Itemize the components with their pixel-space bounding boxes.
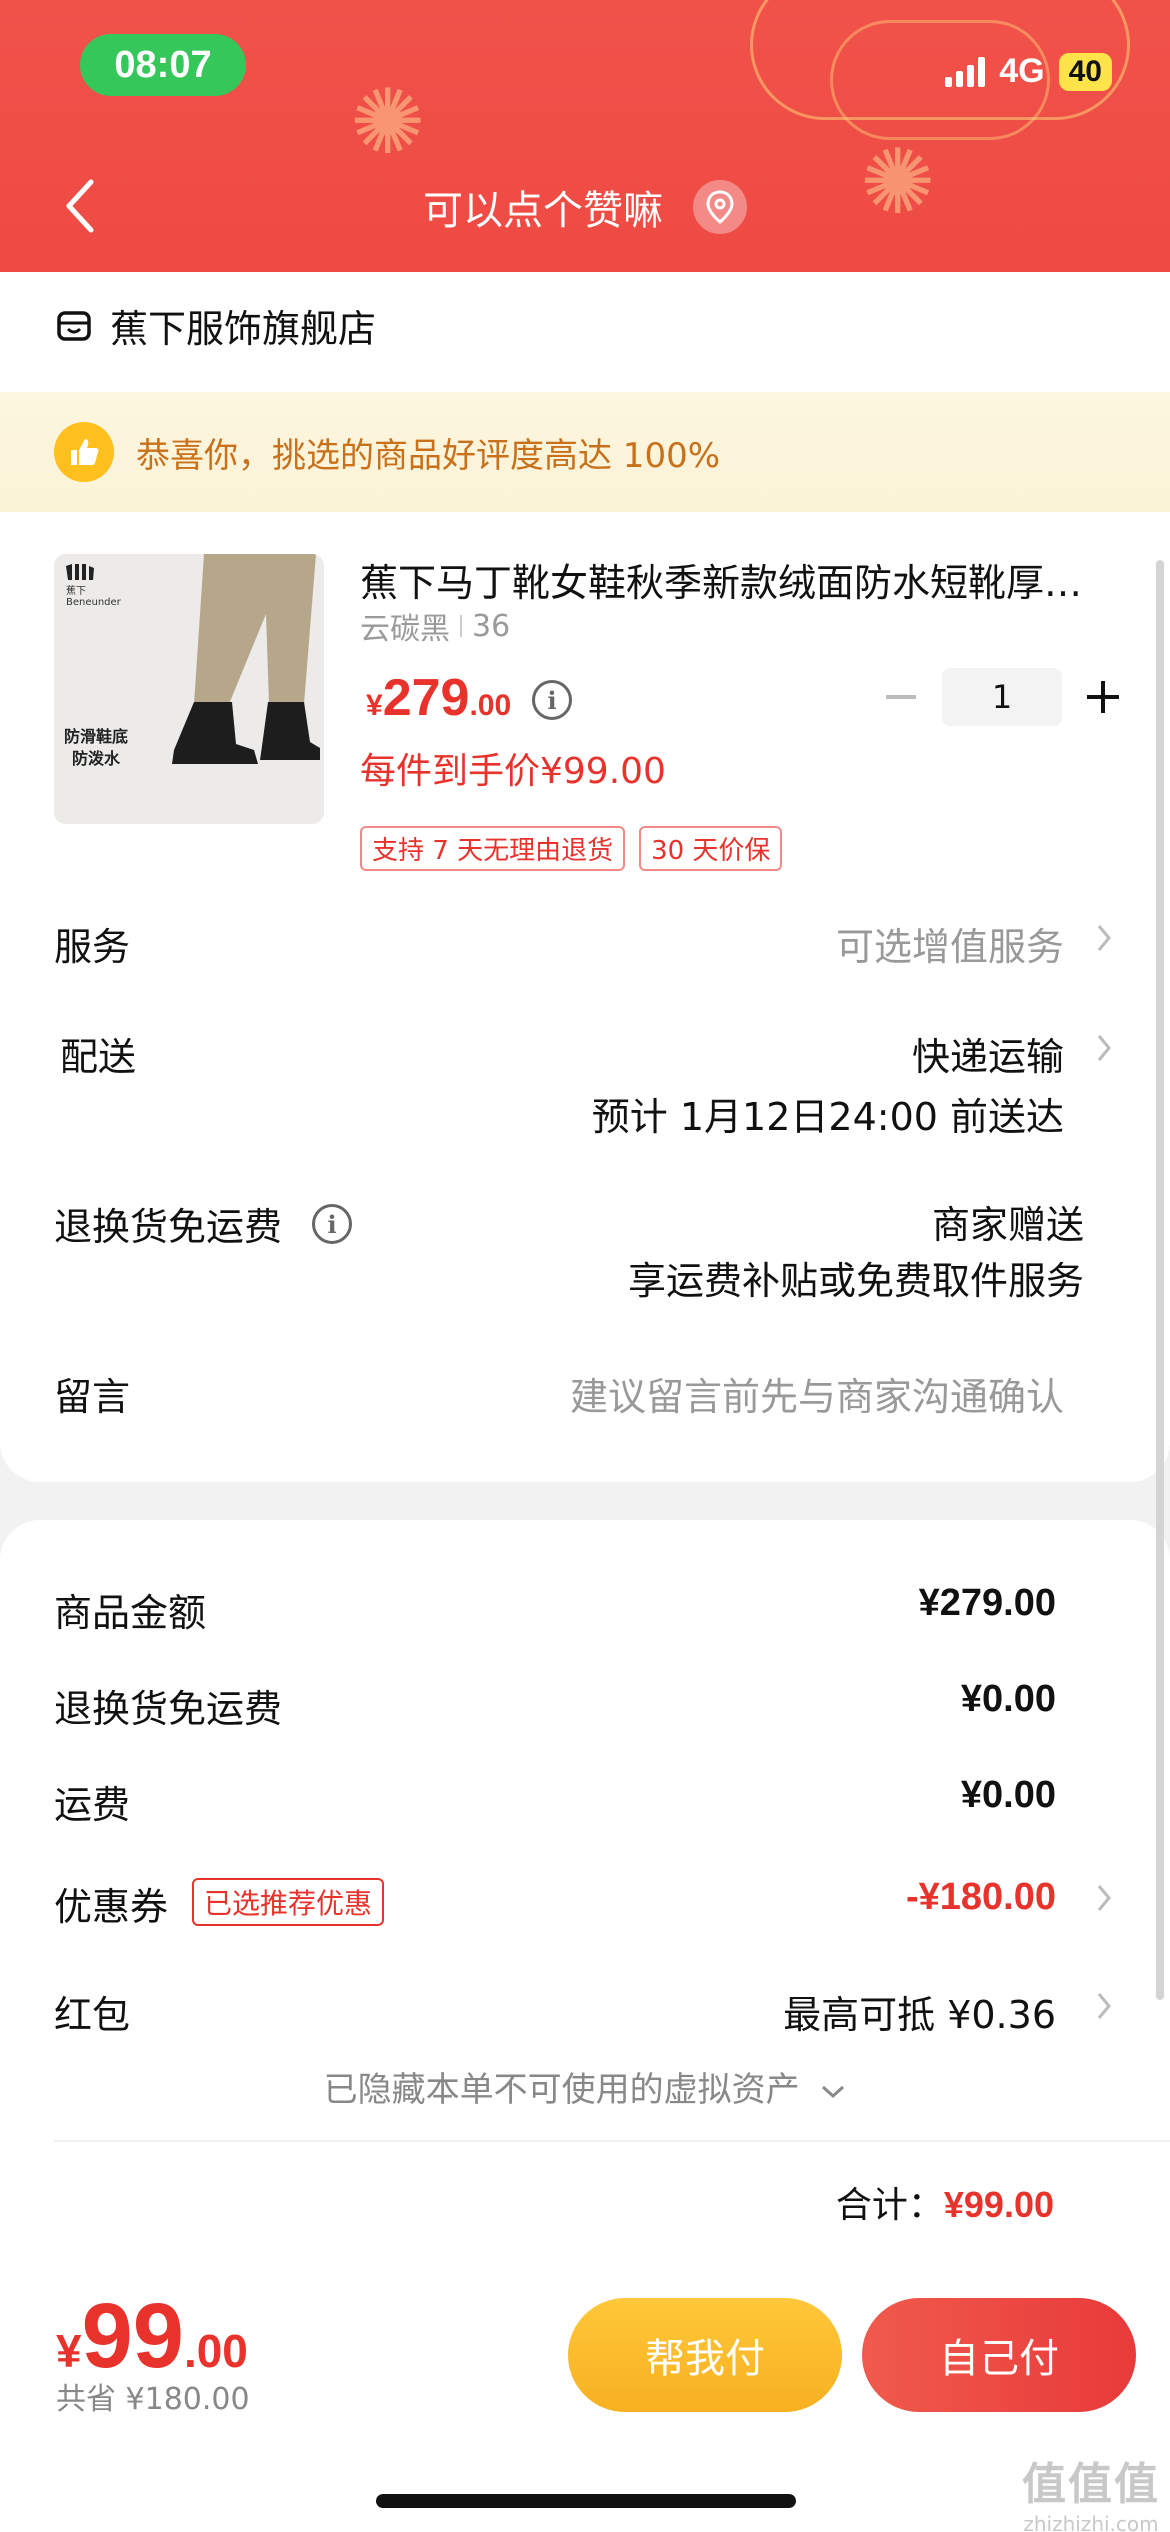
help-pay-button[interactable]: 帮我付 (568, 2298, 842, 2412)
red-packet-label: 红包 (54, 1993, 131, 2037)
location-pin-icon (706, 190, 734, 224)
store-icon (57, 310, 91, 341)
service-label: 服务 (54, 925, 131, 969)
total-value: ¥99.00 (943, 2184, 1054, 2225)
hidden-assets-toggle[interactable]: 已隐藏本单不可使用的虚拟资产 (0, 2062, 1170, 2111)
return-policy-tag: 支持 7 天无理由退货 (360, 826, 626, 871)
status-indicators: 4G 40 (945, 52, 1112, 91)
chevron-down-icon (822, 2085, 845, 2098)
per-item-price: 每件到手价¥99.00 (360, 751, 666, 792)
quantity-value[interactable]: 1 (942, 668, 1062, 726)
delivery-eta: 预计 1月12日24:00 前送达 (591, 1095, 1064, 1139)
savings-text: 共省 ¥180.00 (56, 2382, 250, 2417)
coupon-label: 优惠券 (54, 1885, 169, 1929)
total-label: 合计： (835, 2185, 944, 2226)
product-tags: 支持 7 天无理由退货 30 天价保 (360, 826, 783, 871)
status-time: 08:07 (80, 34, 246, 96)
return-fee-value: ¥0.00 (960, 1678, 1056, 1720)
delivery-label: 配送 (60, 1035, 137, 1079)
return-freight-value: 商家赠送 (931, 1203, 1084, 1247)
praise-text: 恭喜你，挑选的商品好评度高达 100% (136, 435, 721, 476)
service-value[interactable]: 可选增值服务 (836, 916, 1064, 971)
product-caption: 防滑鞋底 防泼水 (64, 726, 128, 771)
product-title[interactable]: 蕉下马丁靴女鞋秋季新款绒面防水短靴厚底马丁靴 (360, 552, 1120, 607)
thumbs-up-icon (54, 422, 114, 482)
return-freight-detail: 享运费补贴或免费取件服务 (627, 1259, 1084, 1303)
battery-indicator: 40 (1058, 52, 1112, 91)
sku-color: 云碳黑 (360, 612, 450, 647)
watermark: 值值值 zhizhizhi.com (1022, 2448, 1160, 2532)
shipping-label: 运费 (54, 1783, 131, 1827)
product-brand: 蕉下 Beneunder (66, 586, 121, 608)
sku-separator (460, 615, 462, 637)
price-info-icon[interactable]: i (532, 680, 572, 720)
price-integer: 279 (382, 669, 470, 727)
firework-decoration-icon: ✺ (350, 70, 426, 175)
chevron-right-icon[interactable] (1094, 1880, 1114, 1916)
home-indicator[interactable] (376, 2494, 796, 2508)
signal-icon (945, 56, 986, 87)
pay-amount: ¥ 99 .00 (56, 2290, 248, 2382)
decrease-button[interactable] (876, 672, 926, 722)
product-caption-line: 防滑鞋底 (64, 727, 129, 746)
self-pay-button[interactable]: 自己付 (862, 2298, 1136, 2412)
pay-integer: 99 (81, 2285, 184, 2387)
divider (54, 2140, 1170, 2142)
plus-icon (1087, 681, 1119, 713)
coupon-badge: 已选推荐优惠 (192, 1878, 385, 1926)
red-packet-value[interactable]: 最高可抵 ¥0.36 (783, 1984, 1056, 2039)
shipping-value: ¥0.00 (960, 1774, 1056, 1816)
page-title: 可以点个赞嘛 (423, 188, 663, 234)
product-price: ¥ 279 .00 (366, 668, 511, 728)
sku-size: 36 (472, 608, 511, 644)
price-protect-tag: 30 天价保 (639, 826, 783, 871)
coupon-value[interactable]: -¥180.00 (906, 1876, 1056, 1919)
chevron-right-icon[interactable] (1094, 920, 1114, 956)
product-image[interactable]: 蕉下 Beneunder 防滑鞋底 防泼水 (54, 554, 324, 824)
delivery-value[interactable]: 快递运输 (912, 1026, 1064, 1081)
message-label: 留言 (54, 1375, 131, 1419)
network-type: 4G (999, 52, 1045, 90)
watermark-logo: 值值值 (1022, 2459, 1160, 2510)
pay-decimal: .00 (183, 2325, 248, 2377)
return-info-icon[interactable]: i (312, 1204, 352, 1244)
return-freight-label: 退换货免运费 (54, 1205, 283, 1249)
increase-button[interactable] (1078, 672, 1128, 722)
product-caption-line: 防泼水 (72, 749, 121, 769)
shop-row[interactable]: 蕉下服饰旗舰店 (56, 298, 376, 353)
hidden-assets-text: 已隐藏本单不可使用的虚拟资产 (323, 2070, 800, 2110)
praise-banner: 恭喜你，挑选的商品好评度高达 100% (0, 392, 1170, 512)
order-total: 合计：¥99.00 (836, 2176, 1054, 2228)
goods-amount-label: 商品金额 (54, 1591, 207, 1635)
chevron-right-icon[interactable] (1094, 1988, 1114, 2024)
quantity-stepper: 1 (876, 668, 1128, 726)
message-input[interactable]: 建议留言前先与商家沟通确认 (570, 1366, 1064, 1421)
pay-currency: ¥ (56, 2325, 82, 2377)
nav-bar: 可以点个赞嘛 (0, 178, 1170, 236)
watermark-url: zhizhizhi.com (1023, 2512, 1159, 2532)
price-currency: ¥ (366, 689, 383, 722)
return-fee-label: 退换货免运费 (54, 1687, 283, 1731)
goods-amount-value: ¥279.00 (918, 1582, 1056, 1624)
scrollbar[interactable] (1156, 560, 1164, 2000)
product-sku[interactable]: 云碳黑 36 (360, 604, 510, 648)
shop-name: 蕉下服饰旗舰店 (110, 307, 377, 351)
minus-icon (886, 695, 916, 699)
chevron-right-icon[interactable] (1094, 1030, 1114, 1066)
location-button[interactable] (693, 180, 747, 234)
price-decimal: .00 (469, 689, 512, 722)
